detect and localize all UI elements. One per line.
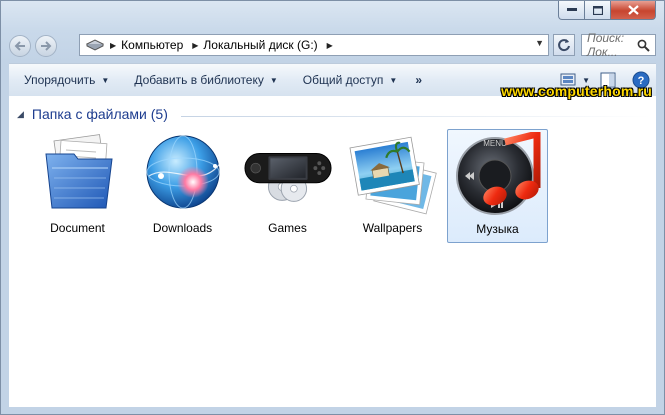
chevron-down-icon: ▼ bbox=[269, 75, 278, 85]
refresh-button[interactable] bbox=[553, 34, 575, 56]
back-arrow-icon bbox=[14, 41, 25, 51]
item-label: Downloads bbox=[152, 221, 213, 235]
search-icon[interactable] bbox=[637, 39, 650, 52]
list-item-music[interactable]: MENU Музыка bbox=[447, 129, 548, 243]
group-divider bbox=[181, 116, 652, 117]
add-to-library-label: Добавить в библиотеку bbox=[134, 73, 264, 87]
maximize-button[interactable] bbox=[585, 1, 611, 20]
back-button[interactable] bbox=[9, 35, 31, 57]
item-label: Document bbox=[50, 221, 105, 235]
music-player-icon: MENU bbox=[455, 132, 540, 215]
group-header[interactable]: ◢ Папка с файлами (5) bbox=[17, 106, 168, 122]
chevron-down-icon: ▼ bbox=[389, 75, 398, 85]
close-icon bbox=[627, 5, 639, 15]
window-controls bbox=[558, 1, 656, 20]
navigation-bar: ▶ Компьютер ▶ Локальный диск (G:) ▶ ▼ По… bbox=[9, 31, 656, 59]
organize-button[interactable]: Упорядочить ▼ bbox=[9, 73, 119, 87]
address-dropdown-icon[interactable]: ▼ bbox=[535, 38, 544, 48]
globe-icon bbox=[146, 135, 221, 209]
game-console-icon bbox=[243, 152, 332, 202]
site-watermark: www.computerhom.ru bbox=[501, 83, 652, 99]
minimize-icon bbox=[566, 8, 577, 11]
forward-button[interactable] bbox=[35, 35, 57, 57]
title-bar bbox=[1, 1, 664, 31]
breadcrumb-separator-icon[interactable]: ▶ bbox=[192, 41, 198, 50]
collapse-triangle-icon[interactable]: ◢ bbox=[17, 109, 24, 120]
minimize-button[interactable] bbox=[558, 1, 585, 20]
item-label: Wallpapers bbox=[362, 221, 423, 235]
more-commands-button[interactable]: » bbox=[407, 73, 430, 87]
item-label: Games bbox=[268, 221, 307, 235]
file-pane[interactable]: ◢ Папка с файлами (5) Document Downloads… bbox=[9, 96, 656, 407]
list-item-games[interactable]: Games bbox=[237, 129, 338, 243]
organize-label: Упорядочить bbox=[24, 73, 96, 87]
list-item-wallpapers[interactable]: Wallpapers bbox=[342, 129, 443, 243]
breadcrumb-separator-icon[interactable]: ▶ bbox=[327, 41, 333, 50]
breadcrumb-separator-icon[interactable]: ▶ bbox=[110, 41, 116, 50]
explorer-window: ▶ Компьютер ▶ Локальный диск (G:) ▶ ▼ По… bbox=[0, 0, 665, 415]
forward-arrow-icon bbox=[41, 41, 52, 51]
refresh-icon bbox=[558, 39, 570, 52]
address-bar[interactable]: ▶ Компьютер ▶ Локальный диск (G:) ▶ ▼ bbox=[79, 34, 549, 56]
list-item-document[interactable]: Document bbox=[27, 129, 128, 243]
photos-icon bbox=[349, 136, 437, 215]
share-button[interactable]: Общий доступ ▼ bbox=[288, 73, 408, 87]
list-item-downloads[interactable]: Downloads bbox=[132, 129, 233, 243]
chevron-down-icon: ▼ bbox=[101, 75, 110, 85]
file-list: Document Downloads Games Wallpapers MENU… bbox=[27, 129, 552, 243]
item-label: Музыка bbox=[476, 222, 519, 236]
breadcrumb-local-disk[interactable]: Локальный диск (G:) bbox=[203, 38, 317, 52]
document-folder-icon bbox=[44, 134, 113, 209]
share-label: Общий доступ bbox=[302, 73, 384, 87]
group-title: Папка с файлами (5) bbox=[31, 106, 168, 122]
breadcrumb-computer[interactable]: Компьютер bbox=[121, 38, 183, 52]
close-button[interactable] bbox=[611, 1, 656, 20]
maximize-icon bbox=[592, 5, 603, 15]
nav-arrows bbox=[9, 34, 69, 58]
computer-icon bbox=[85, 39, 105, 51]
search-input[interactable]: Поиск: Лок... bbox=[581, 31, 656, 59]
add-to-library-button[interactable]: Добавить в библиотеку ▼ bbox=[119, 73, 287, 87]
